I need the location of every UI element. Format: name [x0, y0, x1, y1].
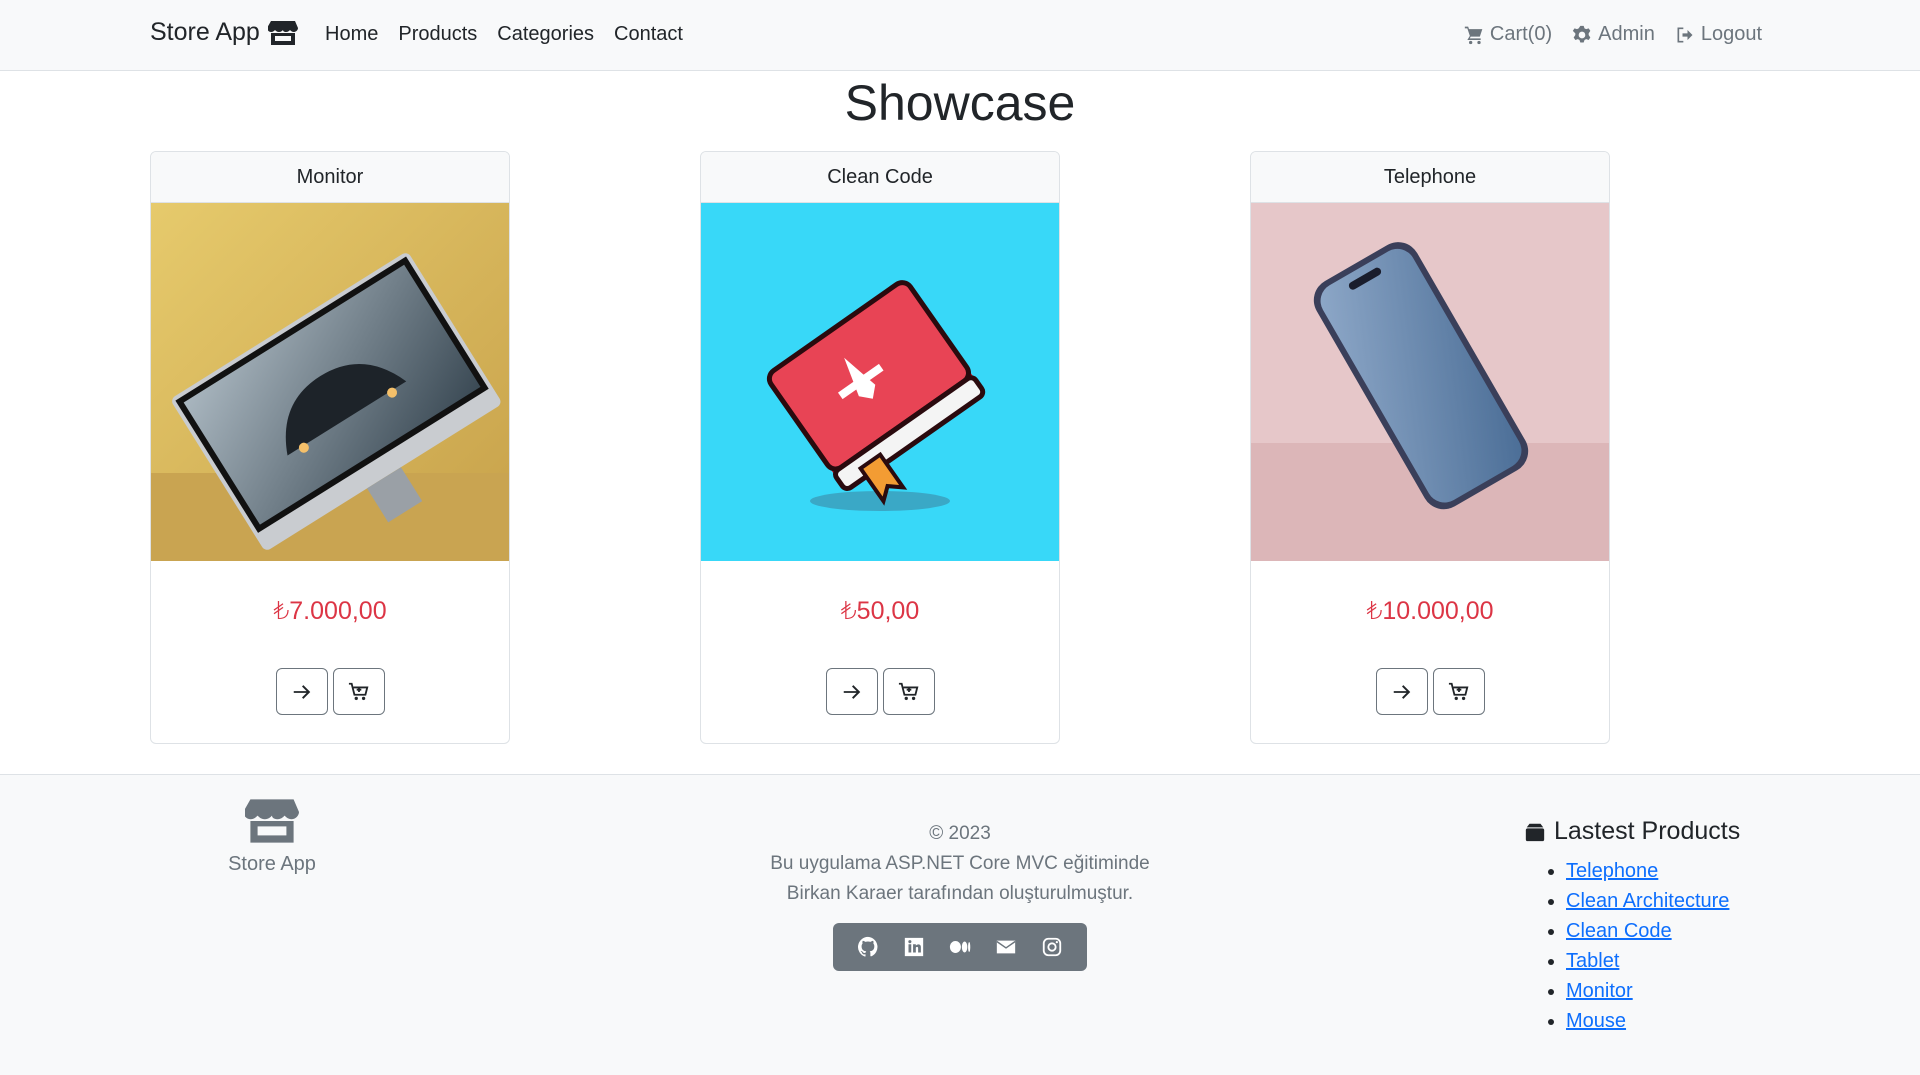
latest-products: Lastest Products Telephone Clean Archite…: [1524, 817, 1784, 1036]
product-price: ₺50,00: [840, 597, 920, 625]
details-button[interactable]: [825, 668, 878, 715]
footer-brand: Store App: [220, 795, 324, 876]
logout-label: Logout: [1700, 23, 1762, 45]
latest-products-list: Telephone Clean Architecture Clean Code …: [1524, 856, 1784, 1036]
nav-categories[interactable]: Categories: [497, 23, 594, 46]
card-actions: [1251, 668, 1609, 715]
product-image[interactable]: [1251, 203, 1609, 561]
product-card: Telephone ₺10.000,00: [1250, 151, 1610, 744]
admin-link[interactable]: Admin: [1572, 23, 1655, 46]
details-button[interactable]: [1375, 668, 1428, 715]
cart-icon: [1464, 26, 1483, 44]
list-item: Monitor: [1566, 976, 1784, 1006]
latest-link-monitor[interactable]: Monitor: [1566, 980, 1633, 1002]
box-icon: [1525, 823, 1545, 841]
product-price: ₺7.000,00: [273, 597, 387, 625]
latest-products-title: Lastest Products: [1524, 817, 1784, 846]
social-links: [833, 923, 1087, 971]
cart-link[interactable]: Cart(0): [1464, 23, 1552, 46]
admin-label: Admin: [1598, 23, 1655, 45]
details-button[interactable]: [275, 668, 328, 715]
list-item: Telephone: [1566, 856, 1784, 886]
product-image[interactable]: [151, 203, 509, 561]
store-icon: [267, 20, 298, 45]
user-nav: Cart(0) Admin Logout: [1464, 23, 1762, 46]
product-card: Clean Code ₺50,00: [700, 151, 1060, 744]
arrow-right-icon: [1393, 684, 1410, 699]
latest-link-mouse[interactable]: Mouse: [1566, 1010, 1626, 1032]
product-name: Telephone: [1251, 152, 1609, 203]
latest-link-clean-architecture[interactable]: Clean Architecture: [1566, 890, 1729, 912]
card-actions: [151, 668, 509, 715]
arrow-right-icon: [843, 684, 860, 699]
copyright: © 2023: [929, 823, 991, 844]
list-item: Mouse: [1566, 1006, 1784, 1036]
list-item: Tablet: [1566, 946, 1784, 976]
footer: Store App © 2023 Bu uygulama ASP.NET Cor…: [0, 774, 1920, 1075]
nav-products[interactable]: Products: [398, 23, 477, 46]
footer-brand-name: Store App: [228, 853, 316, 875]
page-title: Showcase: [844, 75, 1076, 131]
arrow-right-icon: [293, 684, 310, 699]
add-to-cart-button[interactable]: [1432, 668, 1485, 715]
latest-link-tablet[interactable]: Tablet: [1566, 950, 1619, 972]
add-to-cart-button[interactable]: [882, 668, 935, 715]
footer-text-line-1: Bu uygulama ASP.NET Core MVC eğitiminde: [770, 853, 1150, 874]
list-item: Clean Architecture: [1566, 886, 1784, 916]
medium-icon[interactable]: [949, 936, 971, 958]
latest-link-clean-code[interactable]: Clean Code: [1566, 920, 1672, 942]
cart-plus-icon: [348, 682, 368, 700]
navbar: Store App Home Products Categories Conta…: [0, 0, 1920, 71]
list-item: Clean Code: [1566, 916, 1784, 946]
latest-title-text: Lastest Products: [1554, 817, 1741, 845]
footer-info: © 2023 Bu uygulama ASP.NET Core MVC eğit…: [660, 819, 1260, 971]
footer-text-line-2: Birkan Karaer tarafından oluşturulmuştur…: [786, 883, 1134, 904]
gear-icon: [1572, 25, 1591, 42]
product-image[interactable]: [701, 203, 1059, 561]
store-icon: [245, 799, 299, 843]
cart-plus-icon: [898, 682, 918, 700]
product-name: Monitor: [151, 152, 509, 203]
card-actions: [701, 668, 1059, 715]
logout-link[interactable]: Logout: [1675, 23, 1762, 46]
cart-plus-icon: [1448, 682, 1468, 700]
instagram-icon[interactable]: [1041, 936, 1063, 958]
envelope-icon[interactable]: [995, 936, 1017, 958]
main-nav: Home Products Categories Contact: [325, 23, 683, 46]
brand-name: Store App: [150, 18, 260, 46]
latest-link-telephone[interactable]: Telephone: [1566, 860, 1658, 882]
cart-label: Cart(0): [1489, 23, 1553, 45]
add-to-cart-button[interactable]: [332, 668, 385, 715]
brand-link[interactable]: Store App: [150, 18, 298, 47]
product-card: Monitor ₺7.000,00: [150, 151, 510, 744]
github-icon[interactable]: [857, 936, 879, 958]
product-price: ₺10.000,00: [1366, 597, 1494, 625]
product-name: Clean Code: [701, 152, 1059, 203]
nav-home[interactable]: Home: [325, 23, 378, 46]
nav-contact[interactable]: Contact: [614, 23, 683, 46]
logout-icon: [1677, 27, 1693, 42]
linkedin-icon[interactable]: [903, 936, 925, 958]
